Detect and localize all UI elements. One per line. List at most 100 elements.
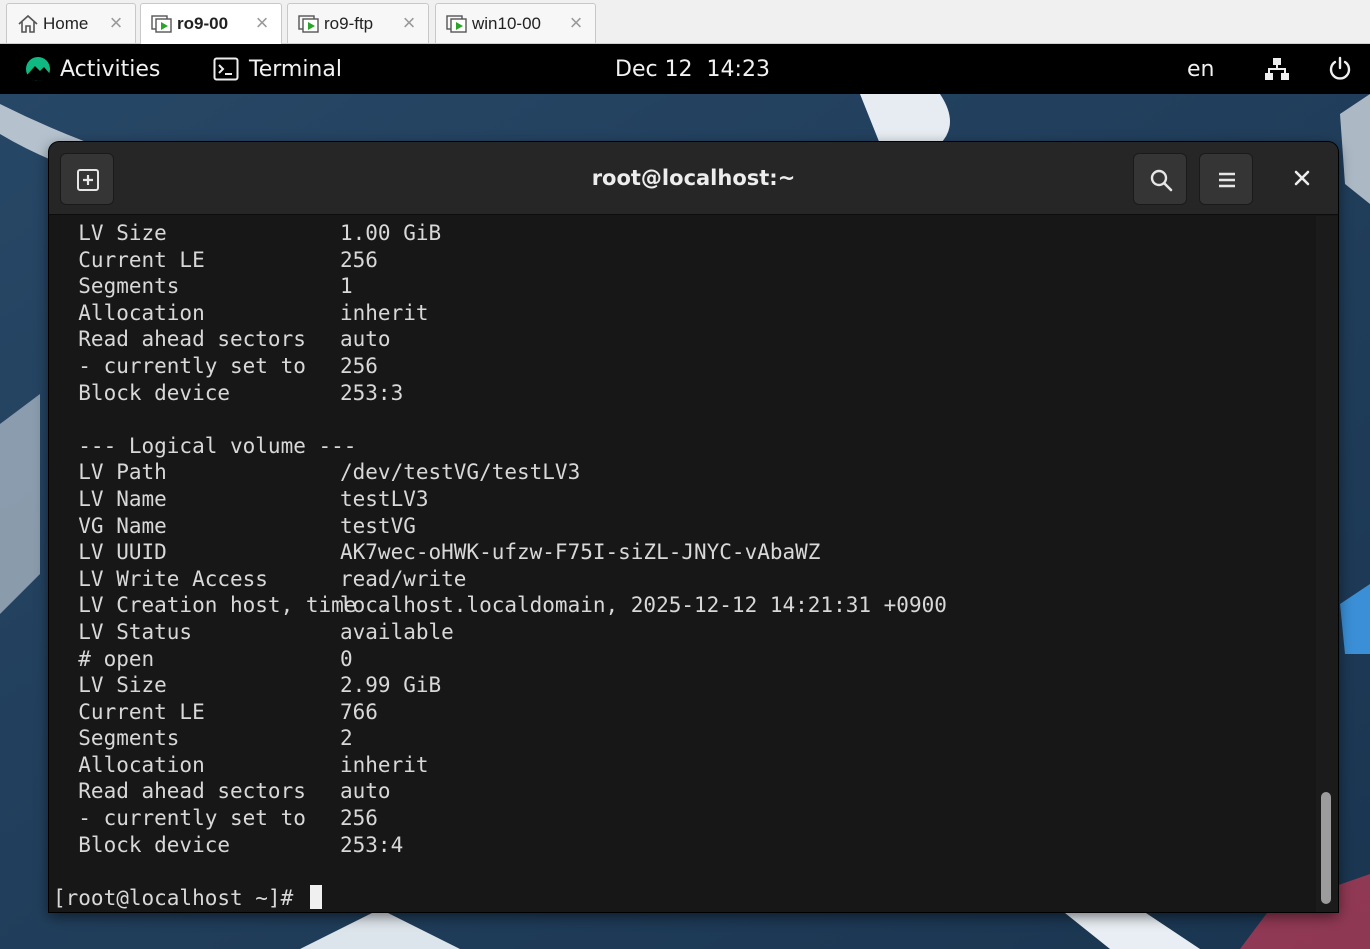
terminal-line: Allocation inherit — [53, 752, 947, 779]
terminal-line: Segments 1 — [53, 273, 947, 300]
terminal-line: Allocation inherit — [53, 300, 947, 327]
terminal-line-value: 2.99 GiB — [340, 673, 442, 698]
terminal-line-value: auto — [340, 779, 391, 804]
vm-tab-label: ro9-ftp — [324, 14, 374, 33]
terminal-line-key: Block device — [53, 380, 231, 405]
terminal-window: root@localhost:~ LV Size 1.00 GiB Current… — [49, 142, 1338, 912]
terminal-line-value: 256 — [340, 353, 378, 378]
terminal-line: LV Size 2.99 GiB — [53, 672, 947, 699]
terminal-line-value: testVG — [340, 513, 416, 538]
terminal-line-key: LV Name — [53, 486, 167, 511]
clock-button[interactable]: Dec 12 14:23 — [615, 44, 770, 94]
terminal-line: Current LE 766 — [53, 699, 947, 726]
vm-tab-win10-00[interactable]: win10-00 × — [435, 3, 596, 43]
terminal-line-value: 0 — [340, 646, 353, 671]
terminal-line: Current LE 256 — [53, 247, 947, 274]
vm-tab-ro9-00[interactable]: ro9-00 × — [140, 3, 282, 44]
close-icon[interactable]: × — [105, 12, 127, 34]
terminal-headerbar: root@localhost:~ — [49, 142, 1338, 215]
new-tab-icon — [77, 169, 99, 191]
terminal-scrollbar[interactable] — [1316, 216, 1338, 912]
vm-running-icon — [446, 14, 468, 34]
terminal-line: Segments 2 — [53, 725, 947, 752]
terminal-line: Read ahead sectors auto — [53, 778, 947, 805]
terminal-line-key: Block device — [53, 832, 231, 857]
power-icon[interactable] — [1327, 44, 1353, 94]
keyboard-layout-indicator[interactable]: en — [1187, 44, 1214, 94]
terminal-line-key: - currently set to — [53, 806, 306, 831]
vm-tab-ro9-ftp[interactable]: ro9-ftp × — [287, 3, 429, 43]
text-cursor — [309, 884, 322, 909]
hamburger-menu-icon — [1219, 172, 1235, 188]
terminal-app-icon — [213, 57, 239, 81]
terminal-line-key: Segments — [53, 274, 180, 299]
activities-button[interactable]: Activities — [24, 44, 160, 94]
terminal-line-value: AK7wec-oHWK-ufzw-F75I-siZL-JNYC-vAbaWZ — [340, 540, 821, 565]
terminal-line: # open 0 — [53, 646, 947, 673]
terminal-line: VG Name testVG — [53, 513, 947, 540]
terminal-line-value: inherit — [340, 300, 429, 325]
window-close-button[interactable] — [1286, 162, 1318, 194]
terminal-line: --- Logical volume --- — [53, 433, 947, 460]
terminal-line: Block device 253:3 — [53, 380, 947, 407]
activities-label: Activities — [60, 56, 161, 82]
close-icon[interactable]: × — [398, 12, 420, 34]
terminal-line: Block device 253:4 — [53, 832, 947, 859]
close-icon[interactable]: × — [565, 12, 587, 34]
terminal-line: - currently set to 256 — [53, 353, 947, 380]
terminal-line-key: - currently set to — [53, 353, 306, 378]
menu-button[interactable] — [1199, 153, 1253, 205]
new-tab-button[interactable] — [60, 153, 114, 205]
terminal-line-key: LV Size — [53, 221, 167, 245]
terminal-line-key: Allocation — [53, 300, 205, 325]
terminal-line-key: LV Creation host, time — [53, 593, 357, 618]
terminal-line-key: LV Size — [53, 673, 167, 698]
terminal-line-value: 256 — [340, 806, 378, 831]
terminal-line-value: inherit — [340, 752, 429, 777]
terminal-line-value: /dev/testVG/testLV3 — [340, 460, 581, 485]
search-icon — [1150, 169, 1173, 192]
terminal-line-value: read/write — [340, 566, 467, 591]
terminal-line-key: --- Logical volume --- — [53, 433, 357, 458]
terminal-line-value: localhost.localdomain, 2025-12-12 14:21:… — [340, 593, 947, 618]
app-menu-terminal[interactable]: Terminal — [213, 44, 342, 94]
terminal-output[interactable]: LV Size 1.00 GiB Current LE 256 Segments 1 … — [49, 216, 1338, 912]
terminal-line: LV Size 1.00 GiB — [53, 220, 947, 247]
vm-tab-label: win10-00 — [472, 14, 541, 33]
scrollbar-thumb[interactable] — [1321, 792, 1331, 904]
vm-running-icon — [151, 14, 173, 34]
vm-tab-home[interactable]: Home × — [6, 3, 136, 43]
vm-running-icon — [298, 14, 320, 34]
terminal-line-key: # open — [53, 646, 155, 671]
app-name-label: Terminal — [249, 56, 342, 82]
terminal-line-value: 253:4 — [340, 832, 404, 857]
shell-prompt-line[interactable]: [root@localhost ~]# — [53, 884, 947, 912]
clock-label: Dec 12 14:23 — [615, 56, 770, 82]
close-icon[interactable]: × — [251, 12, 273, 34]
close-icon — [1294, 170, 1310, 186]
terminal-line-value: 1.00 GiB — [340, 221, 442, 245]
terminal-line-key: Allocation — [53, 752, 205, 777]
terminal-line-value: 766 — [340, 699, 378, 724]
terminal-line: LV Status available — [53, 619, 947, 646]
terminal-line: LV Write Access read/write — [53, 566, 947, 593]
vm-tab-bar: Home × ro9-00 × ro9-ftp × win10-00 × — [0, 0, 1370, 44]
terminal-line-key: Current LE — [53, 699, 205, 724]
terminal-line: LV UUID AK7wec-oHWK-ufzw-F75I-siZL-JNYC-v… — [53, 539, 947, 566]
terminal-line-value: 253:3 — [340, 380, 404, 405]
terminal-line-value: available — [340, 619, 454, 644]
search-button[interactable] — [1133, 153, 1187, 205]
shell-prompt: [root@localhost ~]# — [53, 885, 306, 910]
terminal-line-value: auto — [340, 327, 391, 352]
network-wired-icon[interactable] — [1264, 44, 1290, 94]
keyboard-layout-label: en — [1187, 56, 1215, 82]
rocky-logo-icon — [26, 57, 50, 81]
terminal-line-key: Segments — [53, 726, 180, 751]
terminal-line: - currently set to 256 — [53, 805, 947, 832]
terminal-line-key: Current LE — [53, 247, 205, 272]
terminal-text-area: LV Size 1.00 GiB Current LE 256 Segments 1 … — [53, 220, 947, 911]
terminal-line-value: 1 — [340, 274, 353, 299]
terminal-line-value: 256 — [340, 247, 378, 272]
